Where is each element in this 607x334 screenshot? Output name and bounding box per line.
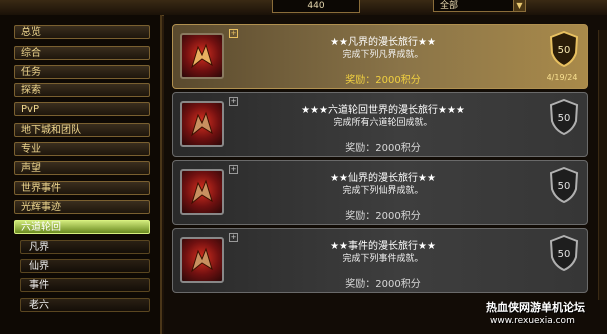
achievement-title: ★★★六道轮回世界的漫长旅行★★★: [301, 105, 465, 116]
achievement-description: 完成所有六道轮回成就。: [333, 118, 433, 128]
achievement-points: 50: [558, 113, 571, 124]
category-pvp[interactable]: PvP: [14, 102, 150, 116]
category-feats-of-strength[interactable]: 光辉事迹: [14, 200, 150, 214]
subcategory-immortal-realm[interactable]: 仙界: [20, 259, 150, 273]
subcategory-laoliu[interactable]: 老六: [20, 298, 150, 312]
category-six-paths[interactable]: 六道轮回: [14, 220, 150, 234]
achievement-title: ★★凡界的漫长旅行★★: [330, 37, 436, 48]
achievement-description: 完成下列仙界成就。: [342, 186, 424, 196]
achievement-points-total: 440: [272, 0, 360, 13]
achievement-title: ★★仙界的漫长旅行★★: [330, 173, 436, 184]
achievement-card[interactable]: + ★★凡界的漫长旅行★★ 完成下列凡界成就。 奖励：2000积分 50 4/1…: [172, 24, 588, 89]
scrollbar[interactable]: [598, 30, 607, 300]
dragon-emblem-icon: [180, 101, 224, 147]
top-bar: 440 全部 ▼: [0, 0, 607, 16]
achievement-description: 完成下列凡界成就。: [342, 50, 424, 60]
subcategory-events[interactable]: 事件: [20, 278, 150, 292]
dragon-emblem-icon: [180, 237, 224, 283]
subcategory-mortal-realm[interactable]: 凡界: [20, 240, 150, 254]
achievement-title: ★★事件的漫长旅行★★: [330, 241, 436, 252]
watermark-url: www.rexuexia.com: [490, 316, 575, 326]
shield-points-icon: 50: [549, 167, 579, 203]
achievement-card[interactable]: + ★★事件的漫长旅行★★ 完成下列事件成就。 奖励：2000积分 50: [172, 228, 588, 293]
completion-date: 4/19/24: [546, 73, 578, 82]
chevron-down-icon[interactable]: ▼: [513, 0, 526, 12]
filter-dropdown[interactable]: 全部: [433, 0, 525, 12]
category-world-events[interactable]: 世界事件: [14, 181, 150, 195]
watermark-title: 热血侠网游单机论坛: [486, 301, 585, 314]
shield-points-icon: 50: [549, 99, 579, 135]
category-dungeons-raids[interactable]: 地下城和团队: [14, 123, 150, 137]
category-overview[interactable]: 总览: [14, 25, 150, 39]
category-sidebar: 总览 综合 任务 探索 PvP 地下城和团队 专业 声望 世界事件 光辉事迹 六…: [0, 15, 162, 334]
achievement-points: 50: [558, 45, 571, 56]
category-exploration[interactable]: 探索: [14, 83, 150, 97]
category-general[interactable]: 综合: [14, 46, 150, 60]
achievement-description: 完成下列事件成就。: [342, 254, 424, 264]
category-quests[interactable]: 任务: [14, 65, 150, 79]
achievement-reward: 奖励：2000积分: [345, 143, 421, 154]
achievement-card[interactable]: + ★★★六道轮回世界的漫长旅行★★★ 完成所有六道轮回成就。 奖励：2000积…: [172, 92, 588, 157]
achievement-reward: 奖励：2000积分: [345, 211, 421, 222]
category-professions[interactable]: 专业: [14, 142, 150, 156]
achievement-points: 50: [558, 181, 571, 192]
dragon-emblem-icon: [180, 169, 224, 215]
achievement-reward: 奖励：2000积分: [345, 75, 421, 86]
category-reputation[interactable]: 声望: [14, 161, 150, 175]
dragon-emblem-icon: [180, 33, 224, 79]
achievement-card[interactable]: + ★★仙界的漫长旅行★★ 完成下列仙界成就。 奖励：2000积分 50: [172, 160, 588, 225]
achievement-points: 50: [558, 249, 571, 260]
shield-points-icon: 50: [549, 235, 579, 271]
achievement-reward: 奖励：2000积分: [345, 279, 421, 290]
shield-points-icon: 50: [549, 31, 579, 67]
